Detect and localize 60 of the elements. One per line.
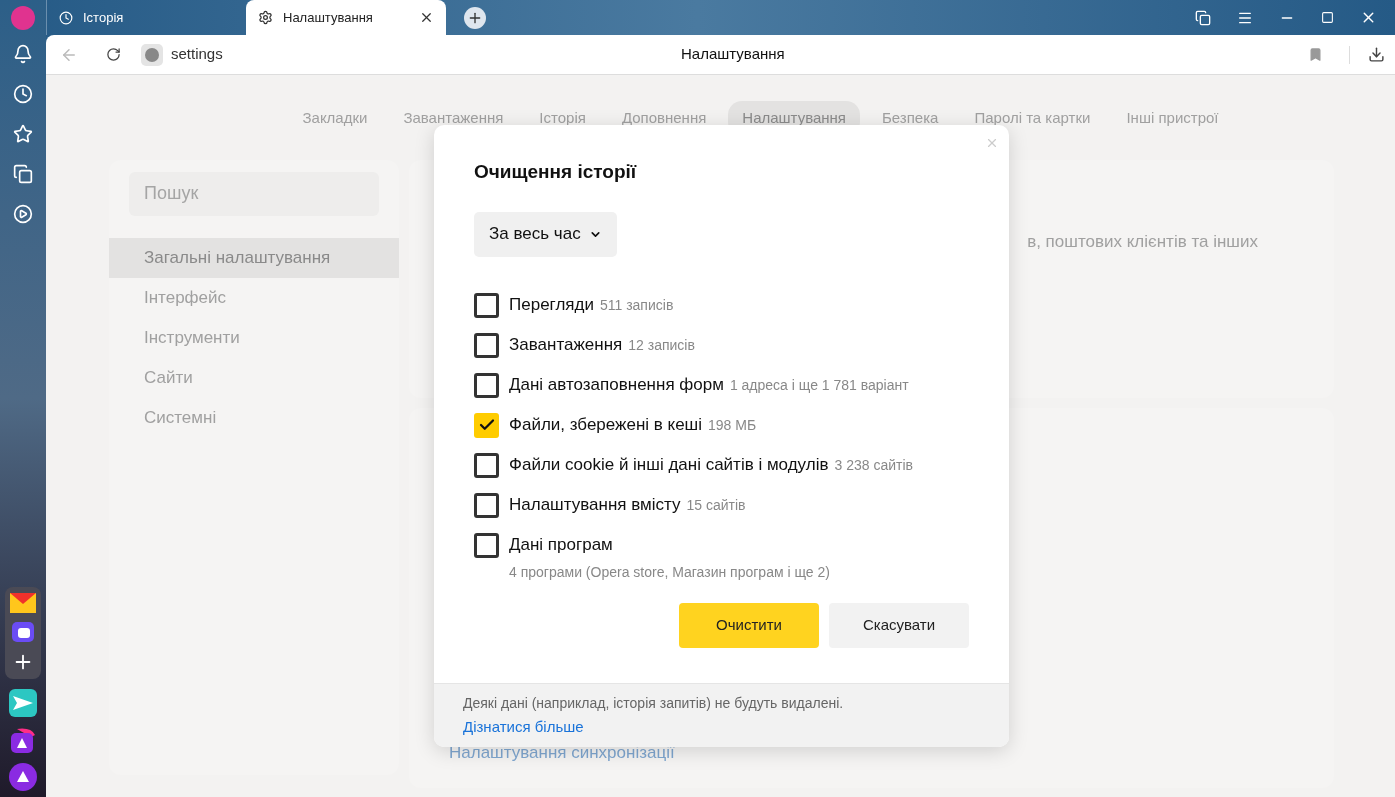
nav-tab[interactable]: Інші пристрої	[1112, 101, 1233, 136]
browser-tab[interactable]: Налаштування	[246, 0, 446, 35]
period-dropdown[interactable]: За весь час	[474, 211, 617, 257]
url-text[interactable]: settings	[171, 43, 223, 66]
history-icon[interactable]	[13, 84, 33, 104]
settings-icon	[258, 10, 273, 25]
option-detail: 4 програми (Opera store, Магазин програм і ще 2)	[509, 562, 830, 582]
settings-menu-item[interactable]: Загальні налаштування	[109, 237, 399, 278]
checkbox[interactable]	[474, 332, 499, 358]
footer-note: Деякі дані (наприклад, історія запитів) не будуть видалені.	[463, 693, 845, 713]
download-icon[interactable]	[1368, 46, 1385, 63]
play-icon[interactable]	[13, 204, 33, 224]
cancel-button[interactable]: Скасувати	[829, 602, 969, 648]
option-label: Файли, збережені в кеші	[509, 413, 703, 436]
checkbox[interactable]	[474, 532, 499, 558]
checkbox[interactable]	[474, 372, 499, 398]
option-detail: 12 записів	[628, 335, 695, 355]
option-detail: 198 МБ	[708, 415, 757, 435]
option-detail: 1 адреса і ще 1 781 варіант	[729, 375, 909, 395]
bookmarks-icon[interactable]	[13, 124, 33, 144]
mail-icon[interactable]	[10, 593, 36, 613]
collections-icon[interactable]	[13, 164, 33, 184]
learn-more-link[interactable]: Дізнатися більше	[463, 715, 584, 738]
tabs-icon[interactable]	[1195, 9, 1211, 26]
settings-menu-item[interactable]: Сайти	[109, 357, 399, 398]
send-app-icon[interactable]	[9, 689, 37, 717]
page-title: Налаштування	[681, 44, 785, 65]
clock-icon	[59, 10, 73, 25]
checkbox[interactable]	[474, 292, 499, 318]
site-icon	[141, 43, 163, 66]
checkbox[interactable]	[474, 452, 499, 478]
nav-tab[interactable]: Паролі та картки	[960, 101, 1105, 136]
new-tab-button[interactable]	[464, 6, 486, 29]
messenger-icon[interactable]	[11, 621, 35, 643]
option-label: Налаштування вмісту	[509, 493, 681, 516]
maximize-icon[interactable]	[1321, 11, 1334, 24]
checkbox[interactable]	[474, 492, 499, 518]
dialog-title: Очищення історії	[474, 160, 638, 184]
option-label: Дані програм	[509, 533, 614, 556]
option-label: Файли cookie й інші дані сайтів і модулів	[509, 453, 829, 476]
clear-button[interactable]: Очистити	[679, 602, 819, 648]
assistant-app-icon[interactable]	[9, 727, 37, 755]
reload-icon[interactable]	[106, 47, 121, 62]
settings-menu-item[interactable]: Інтерфейс	[109, 277, 399, 318]
option-detail: 15 сайтів	[686, 495, 746, 515]
checkbox[interactable]	[474, 412, 499, 438]
option-label: Дані автозаповнення форм	[509, 373, 724, 396]
nav-tab[interactable]: Закладки	[288, 101, 382, 136]
search-field[interactable]: Пошук	[129, 171, 379, 216]
close-icon[interactable]	[419, 10, 434, 25]
assistant-icon[interactable]	[9, 763, 37, 791]
option-detail: 3 238 сайтів	[834, 455, 913, 475]
bookmark-icon[interactable]	[1308, 47, 1323, 62]
settings-menu-item[interactable]: Системні	[109, 397, 399, 438]
option-label: Перегляди	[509, 293, 594, 316]
settings-menu-item[interactable]: Інструменти	[109, 317, 399, 358]
option-label: Завантаження	[509, 333, 623, 356]
option-detail: 511 записів	[599, 295, 674, 315]
description-text: в, поштових клієнтів та інших	[1027, 230, 1258, 253]
notifications-icon[interactable]	[13, 44, 33, 64]
